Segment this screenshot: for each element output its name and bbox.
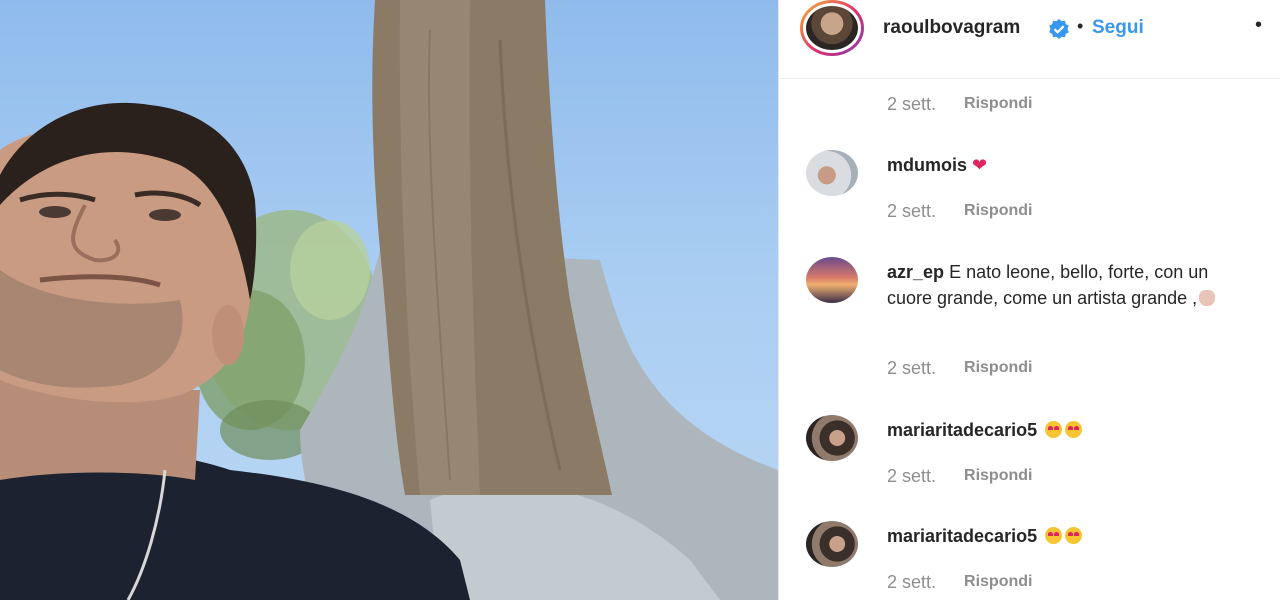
- author-username[interactable]: raoulbovagram: [883, 17, 1020, 39]
- comment-time[interactable]: 2 sett.: [887, 466, 936, 487]
- comment-meta: 2 sett. Rispondi: [887, 465, 1032, 487]
- comment-text: mariaritadecario5: [887, 417, 1247, 443]
- commenter-avatar[interactable]: [806, 521, 858, 567]
- heart-eyes-emoji-icon: [1045, 421, 1063, 438]
- heart-eyes-emoji-icon: [1065, 421, 1083, 438]
- comment-time[interactable]: 2 sett.: [887, 572, 936, 593]
- heart-icon: ❤: [972, 155, 988, 175]
- comment-meta: 2 sett. Rispondi: [887, 93, 1032, 115]
- comment-text: azr_ep E nato leone, bello, forte, con u…: [887, 259, 1247, 311]
- comments-panel: raoulbovagram • Segui • 2 sett. Rispondi…: [779, 0, 1280, 600]
- comment-time[interactable]: 2 sett.: [887, 94, 936, 115]
- post-photo: [0, 0, 778, 600]
- commenter-username[interactable]: mdumois: [887, 155, 967, 175]
- more-options-icon[interactable]: •: [1255, 14, 1263, 37]
- clapping-hands-icon: [1199, 290, 1216, 306]
- reply-button[interactable]: Rispondi: [964, 573, 1032, 591]
- verified-badge-icon: [1049, 19, 1069, 39]
- post-header: raoulbovagram • Segui •: [779, 0, 1280, 79]
- comment-meta: 2 sett. Rispondi: [887, 571, 1032, 593]
- comment-meta: 2 sett. Rispondi: [887, 200, 1032, 222]
- comment-time[interactable]: 2 sett.: [887, 201, 936, 222]
- commenter-username[interactable]: azr_ep: [887, 262, 944, 282]
- photo-illustration: [0, 0, 778, 600]
- reply-button[interactable]: Rispondi: [964, 95, 1032, 113]
- commenter-username[interactable]: mariaritadecario5: [887, 420, 1037, 440]
- comment-meta: 2 sett. Rispondi: [887, 357, 1032, 379]
- comment-text: mariaritadecario5: [887, 523, 1247, 549]
- commenter-avatar[interactable]: [806, 150, 858, 196]
- author-avatar[interactable]: [800, 0, 864, 56]
- reply-button[interactable]: Rispondi: [964, 202, 1032, 220]
- heart-eyes-emoji-icon: [1045, 527, 1063, 544]
- comment-time[interactable]: 2 sett.: [887, 358, 936, 379]
- separator-dot: •: [1077, 16, 1084, 36]
- commenter-username[interactable]: mariaritadecario5: [887, 526, 1037, 546]
- reply-button[interactable]: Rispondi: [964, 359, 1032, 377]
- follow-button[interactable]: Segui: [1092, 17, 1144, 39]
- commenter-avatar[interactable]: [806, 415, 858, 461]
- commenter-avatar[interactable]: [806, 257, 858, 303]
- reply-button[interactable]: Rispondi: [964, 467, 1032, 485]
- comment-text: mdumois ❤: [887, 152, 1247, 178]
- heart-eyes-emoji-icon: [1065, 527, 1083, 544]
